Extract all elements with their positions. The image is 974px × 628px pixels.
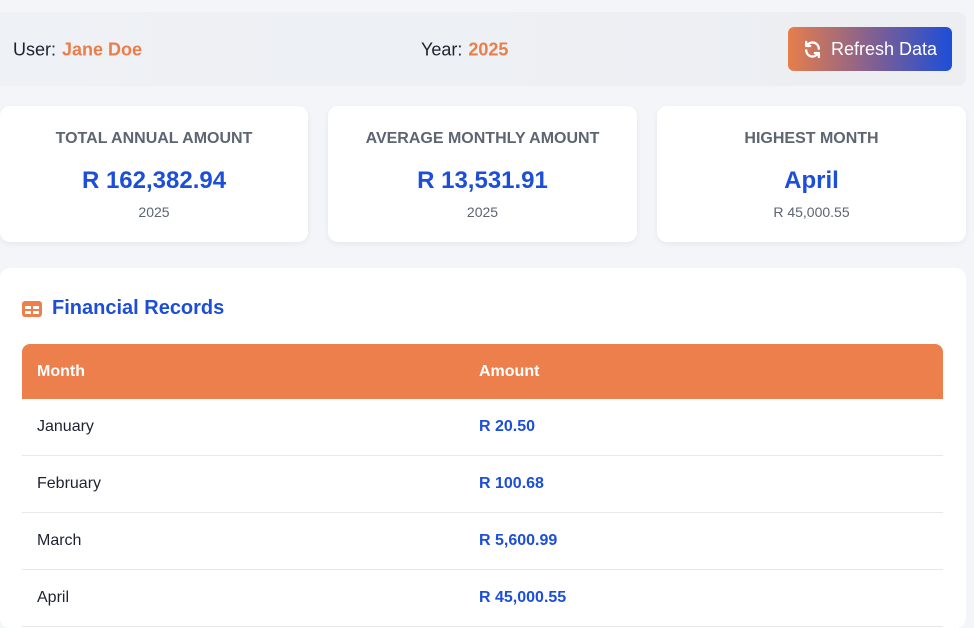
- month-cell: April: [37, 589, 70, 606]
- month-cell: January: [37, 418, 94, 435]
- card-subtitle: R 45,000.55: [773, 204, 850, 220]
- table-row[interactable]: January R 20.50: [22, 399, 943, 456]
- total-annual-card: TOTAL ANNUAL AMOUNT R 162,382.94 2025: [0, 106, 308, 242]
- amount-cell: R 45,000.55: [479, 589, 567, 606]
- card-title: HIGHEST MONTH: [744, 130, 879, 147]
- table-row[interactable]: February R 100.68: [22, 456, 943, 513]
- user-label: User:: [13, 39, 57, 60]
- card-title: AVERAGE MONTHLY AMOUNT: [365, 130, 600, 147]
- column-header-month[interactable]: Month: [37, 363, 85, 381]
- top-bar: User: Jane Doe Year: 2025 Refresh Data: [0, 12, 966, 86]
- refresh-icon: [804, 40, 820, 58]
- column-header-amount[interactable]: Amount: [479, 363, 539, 381]
- table-row[interactable]: April R 45,000.55: [22, 570, 943, 627]
- table-row[interactable]: March R 5,600.99: [22, 513, 943, 570]
- year-label: Year:: [421, 39, 463, 60]
- card-subtitle: 2025: [138, 204, 170, 220]
- user-name: Jane Doe: [62, 39, 143, 60]
- refresh-data-button[interactable]: Refresh Data: [788, 27, 952, 71]
- amount-cell: R 100.68: [479, 475, 544, 492]
- card-value: R 13,531.91: [417, 167, 548, 194]
- amount-cell: R 20.50: [479, 418, 536, 435]
- month-cell: March: [37, 532, 82, 549]
- records-header: Financial Records: [22, 297, 224, 320]
- records-title: Financial Records: [52, 297, 225, 319]
- card-value: April: [784, 167, 839, 194]
- refresh-button-label: Refresh Data: [830, 38, 938, 59]
- table-icon: [22, 300, 42, 317]
- year-info: Year: 2025: [421, 40, 508, 61]
- amount-cell: R 5,600.99: [479, 532, 558, 549]
- highest-month-card: HIGHEST MONTH April R 45,000.55: [657, 106, 966, 242]
- card-subtitle: 2025: [466, 204, 499, 220]
- year-value: 2025: [468, 39, 509, 60]
- card-value: R 162,382.94: [81, 167, 227, 194]
- average-monthly-card: AVERAGE MONTHLY AMOUNT R 13,531.91 2025: [328, 106, 637, 242]
- records-table: Month Amount January R 20.50 February R …: [22, 344, 943, 627]
- user-info: User: Jane Doe: [13, 40, 142, 61]
- table-header: Month Amount: [22, 344, 943, 399]
- month-cell: February: [37, 475, 102, 492]
- card-title: TOTAL ANNUAL AMOUNT: [55, 130, 253, 147]
- financial-records-panel: Financial Records Month Amount January R…: [0, 268, 966, 628]
